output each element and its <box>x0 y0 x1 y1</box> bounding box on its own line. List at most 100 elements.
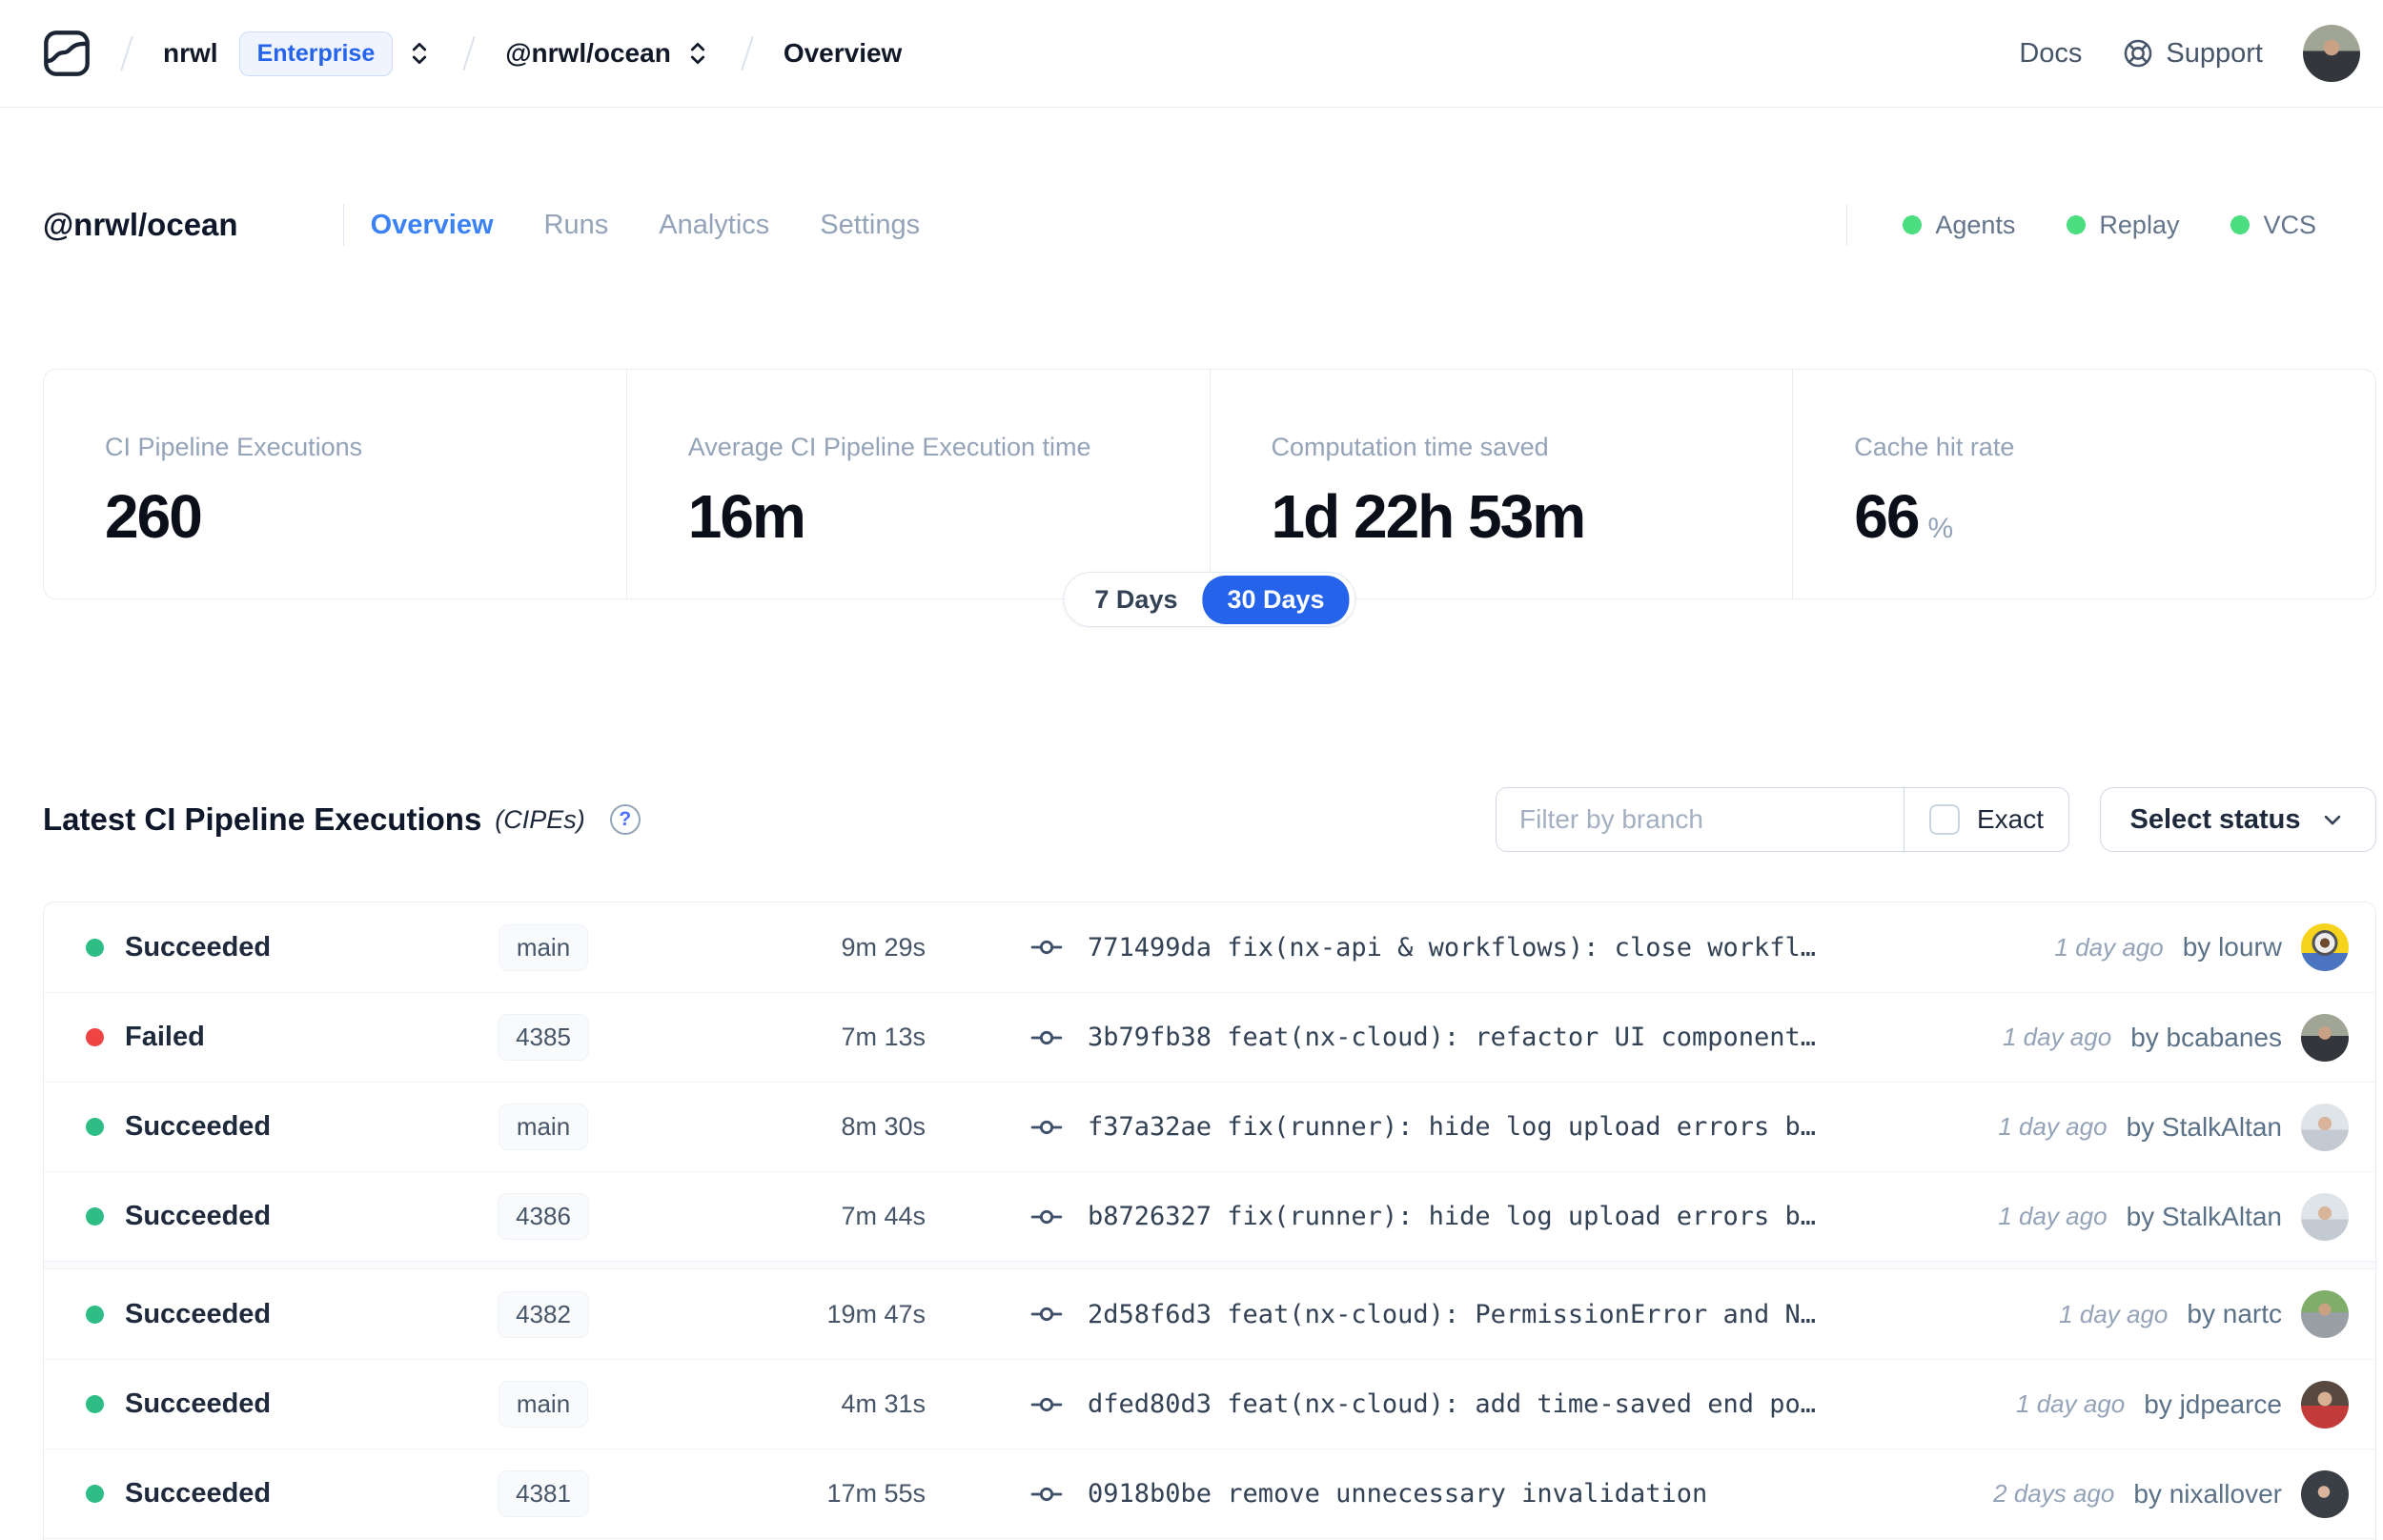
user-avatar[interactable] <box>2303 25 2360 82</box>
branch-badge: main <box>498 923 589 971</box>
indicator-replay[interactable]: Replay <box>2067 211 2179 240</box>
author-label: by lourw <box>2182 932 2282 962</box>
range-option-7-days[interactable]: 7 Days <box>1069 576 1202 624</box>
indicator-agents[interactable]: Agents <box>1903 211 2015 240</box>
author-label: by bcabanes <box>2130 1022 2282 1052</box>
stat-value: 16m <box>687 482 806 551</box>
time-ago-label: 1 day ago <box>2059 1299 2169 1328</box>
table-row[interactable]: Succeeded 4382 19m 47s 2d58f6d3 feat(nx-… <box>44 1269 2375 1359</box>
status-label: Succeeded <box>125 931 272 962</box>
stat-label: CI Pipeline Executions <box>105 433 363 461</box>
author-avatar <box>2301 1380 2349 1429</box>
tab-overview[interactable]: Overview <box>361 204 503 247</box>
status-filter-dropdown[interactable]: Select status <box>2100 787 2376 852</box>
date-range-toggle: 7 Days 30 Days <box>1063 572 1356 627</box>
stat-label: Cache hit rate <box>1854 433 2015 461</box>
status-label: Succeeded <box>125 1388 272 1419</box>
table-row[interactable]: Succeeded 4381 17m 55s 0918b0be remove u… <box>44 1449 2375 1538</box>
table-row[interactable]: Failed 4385 7m 13s 3b79fb38 feat(nx-clou… <box>44 992 2375 1082</box>
exact-match-segment: Exact <box>1903 788 2068 851</box>
stat-suffix: % <box>1927 513 1954 544</box>
stat-cards: CI Pipeline Executions 260 Average CI Pi… <box>43 369 2376 599</box>
tab-analytics[interactable]: Analytics <box>649 204 779 247</box>
branch-badge: 4381 <box>498 1470 589 1517</box>
tab-runs[interactable]: Runs <box>535 204 619 247</box>
author-label: by StalkAltan <box>2126 1111 2282 1142</box>
section-title-suffix: (CIPEs) <box>495 804 585 834</box>
table-row[interactable]: Succeeded main 8m 30s f37a32ae fix(runne… <box>44 1082 2375 1171</box>
table-row[interactable]: Succeeded 4386 7m 44s b8726327 fix(runne… <box>44 1171 2375 1261</box>
green-dot-icon <box>2067 215 2087 234</box>
feature-indicators: Agents Replay VCS <box>1846 204 2316 246</box>
commit-message: 0918b0be remove unnecessary invalidation <box>1088 1479 1708 1509</box>
workspace-switcher-chevrons-icon[interactable] <box>684 38 711 69</box>
stat-value: 66% <box>1854 481 2356 552</box>
duration-label: 4m 31s <box>841 1389 926 1418</box>
stat-card-time-saved: Computation time saved 1d 22h 53m <box>1209 370 1793 598</box>
commit-message: f37a32ae fix(runner): hide log upload er… <box>1088 1112 1817 1142</box>
status-dot-icon <box>86 1395 104 1413</box>
org-switcher-chevrons-icon[interactable] <box>406 38 433 69</box>
support-link[interactable]: Support <box>2122 37 2263 70</box>
lifebuoy-icon <box>2125 39 2152 68</box>
author-avatar <box>2301 1192 2349 1241</box>
workspace-header: @nrwl/ocean Overview Runs Analytics Sett… <box>0 193 2383 256</box>
git-commit-icon <box>1030 1120 1063 1134</box>
stats-section: CI Pipeline Executions 260 Average CI Pi… <box>43 369 2376 627</box>
branch-filter-group: Exact <box>1496 787 2069 852</box>
top-navbar: nrwl Enterprise @nrwl/ocean Overview Doc… <box>0 0 2383 108</box>
header-divider <box>342 204 344 246</box>
time-ago-label: 1 day ago <box>2054 932 2164 962</box>
table-controls: Exact Select status <box>1496 787 2376 852</box>
tab-settings[interactable]: Settings <box>810 204 929 247</box>
time-ago-label: 1 day ago <box>1998 1202 2108 1230</box>
git-commit-icon <box>1030 1030 1063 1044</box>
status-label: Succeeded <box>125 1111 272 1142</box>
commit-message: b8726327 fix(runner): hide log upload er… <box>1088 1202 1817 1231</box>
git-commit-icon <box>1030 1307 1063 1322</box>
time-ago-label: 2 days ago <box>1993 1479 2115 1508</box>
status-dot-icon <box>86 1305 104 1324</box>
table-row[interactable]: Succeeded main 4m 31s dfed80d3 feat(nx-c… <box>44 1359 2375 1449</box>
author-avatar <box>2301 923 2349 971</box>
nx-cloud-logo-icon[interactable] <box>43 30 91 77</box>
cipe-table: Succeeded main 9m 29s 771499da fix(nx-ap… <box>43 902 2376 1540</box>
duration-label: 17m 55s <box>826 1479 926 1508</box>
indicator-vcs[interactable]: VCS <box>2230 211 2316 240</box>
enterprise-badge: Enterprise <box>238 30 394 76</box>
breadcrumb-org[interactable]: nrwl <box>163 38 218 69</box>
exact-checkbox[interactable] <box>1928 804 1960 835</box>
status-dot-icon <box>86 1028 104 1046</box>
branch-badge: main <box>498 1381 589 1428</box>
branch-badge: 4385 <box>498 1014 589 1061</box>
branch-badge: 4386 <box>498 1193 589 1240</box>
branch-filter-input[interactable] <box>1497 788 1904 851</box>
time-ago-label: 1 day ago <box>2016 1389 2126 1418</box>
status-label: Succeeded <box>125 1298 272 1329</box>
breadcrumb-slash <box>119 35 134 71</box>
breadcrumb-slash <box>740 35 755 71</box>
stat-card-cache-hit-rate: Cache hit rate 66% <box>1792 370 2375 598</box>
duration-label: 9m 29s <box>841 932 926 962</box>
indicator-label: Agents <box>1935 210 2016 239</box>
breadcrumb-workspace[interactable]: @nrwl/ocean <box>505 38 671 69</box>
status-dot-icon <box>86 1118 104 1136</box>
author-label: by StalkAltan <box>2126 1201 2282 1231</box>
author-label: by jdpearce <box>2144 1388 2282 1419</box>
green-dot-icon <box>2230 215 2251 234</box>
table-row[interactable]: Succeeded main 9m 29s 771499da fix(nx-ap… <box>44 902 2375 992</box>
git-commit-icon <box>1030 1487 1063 1501</box>
docs-link[interactable]: Docs <box>2019 38 2082 70</box>
green-dot-icon <box>1903 215 1923 234</box>
row-group-separator <box>44 1261 2375 1269</box>
status-label: Failed <box>125 1022 205 1052</box>
author-avatar <box>2301 1013 2349 1062</box>
range-option-30-days[interactable]: 30 Days <box>1202 575 1350 624</box>
stat-number: 66 <box>1854 482 1920 551</box>
workspace-title: @nrwl/ocean <box>43 207 238 242</box>
help-icon[interactable]: ? <box>609 804 641 835</box>
section-title: Latest CI Pipeline Executions <box>43 801 482 837</box>
cipe-section-head: Latest CI Pipeline Executions (CIPEs) ? … <box>43 787 2376 852</box>
commit-message: 3b79fb38 feat(nx-cloud): refactor UI com… <box>1088 1023 1817 1052</box>
time-ago-label: 1 day ago <box>1998 1112 2108 1141</box>
